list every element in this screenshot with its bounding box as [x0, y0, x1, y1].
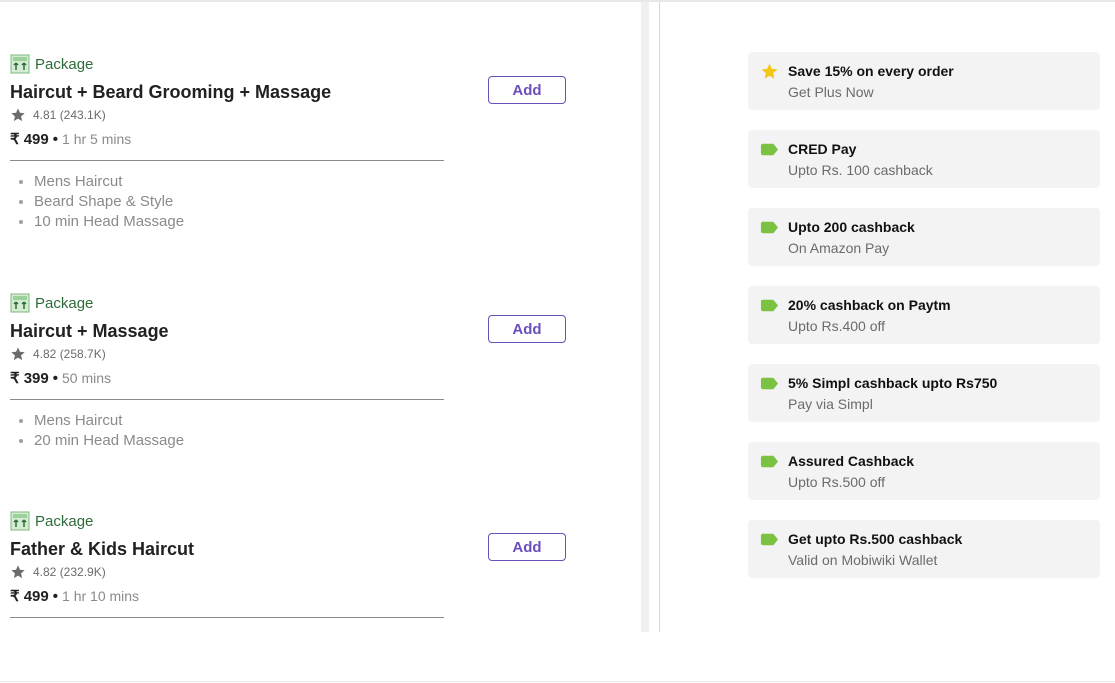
- list-item: Mens Haircut: [34, 172, 570, 192]
- duration: 1 hr 5 mins: [62, 131, 132, 147]
- package-icon: [10, 54, 30, 74]
- price: ₹ 399: [10, 370, 49, 387]
- tag-icon: [760, 455, 779, 468]
- column-divider: [659, 2, 660, 632]
- tag-icon: [760, 143, 779, 156]
- add-button[interactable]: Add: [488, 533, 566, 561]
- package-card: Package Haircut + Massage 4.82 (258.7K) …: [10, 293, 570, 451]
- bottom-border: [0, 681, 1115, 682]
- rating-row: 4.82 (258.7K): [10, 345, 570, 363]
- rating-row: 4.81 (243.1K): [10, 106, 570, 124]
- star-icon: [761, 63, 778, 79]
- add-button[interactable]: Add: [488, 76, 566, 104]
- offer-subtitle: Get Plus Now: [788, 84, 874, 100]
- offer-card[interactable]: Upto 200 cashback On Amazon Pay: [748, 208, 1100, 266]
- offers-panel: Save 15% on every order Get Plus Now CRE…: [748, 52, 1100, 598]
- offer-title: Save 15% on every order: [788, 63, 954, 79]
- list-item: Beard Shape & Style: [34, 192, 570, 212]
- offer-title: Upto 200 cashback: [788, 219, 915, 235]
- rating-text: 4.82 (258.7K): [33, 347, 106, 361]
- duration: 50 mins: [62, 370, 112, 386]
- package-icon: [10, 293, 30, 313]
- offer-subtitle: On Amazon Pay: [788, 240, 890, 256]
- tag-icon: [760, 221, 779, 234]
- package-card: Package Haircut + Beard Grooming + Massa…: [10, 54, 570, 232]
- offer-title: Get upto Rs.500 cashback: [788, 531, 963, 547]
- offer-card[interactable]: Assured Cashback Upto Rs.500 off: [748, 442, 1100, 500]
- package-title: Father & Kids Haircut: [10, 539, 195, 559]
- separator-dot: •: [52, 370, 59, 387]
- price-row: ₹ 499 • 1 hr 5 mins: [10, 129, 570, 149]
- package-title: Haircut + Massage: [10, 321, 169, 341]
- price-row: ₹ 499 • 1 hr 10 mins: [10, 586, 570, 606]
- tag-icon: [760, 377, 779, 390]
- package-tag: Package: [10, 511, 570, 531]
- star-icon: [11, 108, 25, 122]
- package-items: Mens Haircut Beard Shape & Style 10 min …: [10, 172, 570, 232]
- offer-title: Assured Cashback: [788, 453, 915, 469]
- offer-title: CRED Pay: [788, 141, 857, 157]
- package-tag-label: Package: [35, 512, 94, 530]
- offer-subtitle: Upto Rs.500 off: [788, 474, 886, 490]
- divider: [10, 617, 444, 618]
- tag-icon: [760, 533, 779, 546]
- star-icon: [11, 565, 25, 579]
- price-row: ₹ 399 • 50 mins: [10, 368, 570, 388]
- package-tag-label: Package: [35, 294, 94, 312]
- price: ₹ 499: [10, 131, 49, 148]
- offer-card[interactable]: Save 15% on every order Get Plus Now: [748, 52, 1100, 110]
- scrollbar[interactable]: [641, 2, 649, 632]
- package-card: Package Father & Kids Haircut 4.82 (232.…: [10, 511, 570, 618]
- offer-subtitle: Upto Rs.400 off: [788, 318, 886, 334]
- offer-card[interactable]: CRED Pay Upto Rs. 100 cashback: [748, 130, 1100, 188]
- divider: [10, 399, 444, 400]
- offer-title: 20% cashback on Paytm: [788, 297, 951, 313]
- rating-row: 4.82 (232.9K): [10, 563, 570, 581]
- tag-icon: [760, 299, 779, 312]
- package-icon: [10, 511, 30, 531]
- price: ₹ 499: [10, 588, 49, 605]
- offer-title: 5% Simpl cashback upto Rs750: [788, 375, 998, 391]
- offer-subtitle: Valid on Mobiwiki Wallet: [788, 552, 938, 568]
- duration: 1 hr 10 mins: [62, 588, 140, 604]
- package-tag: Package: [10, 54, 570, 74]
- list-item: 20 min Head Massage: [34, 431, 570, 451]
- package-tag: Package: [10, 293, 570, 313]
- separator-dot: •: [52, 588, 59, 605]
- rating-text: 4.82 (232.9K): [33, 565, 106, 579]
- top-border: [0, 0, 1115, 2]
- star-icon: [11, 347, 25, 361]
- offer-card[interactable]: 5% Simpl cashback upto Rs750 Pay via Sim…: [748, 364, 1100, 422]
- list-item: 10 min Head Massage: [34, 212, 570, 232]
- separator-dot: •: [52, 131, 59, 148]
- package-title: Haircut + Beard Grooming + Massage: [10, 82, 332, 102]
- offer-card[interactable]: 20% cashback on Paytm Upto Rs.400 off: [748, 286, 1100, 344]
- package-tag-label: Package: [35, 55, 94, 73]
- rating-text: 4.81 (243.1K): [33, 108, 106, 122]
- divider: [10, 160, 444, 161]
- package-items: Mens Haircut 20 min Head Massage: [10, 411, 570, 451]
- offer-subtitle: Upto Rs. 100 cashback: [788, 162, 933, 178]
- add-button[interactable]: Add: [488, 315, 566, 343]
- offer-subtitle: Pay via Simpl: [788, 396, 873, 412]
- list-item: Mens Haircut: [34, 411, 570, 431]
- offer-card[interactable]: Get upto Rs.500 cashback Valid on Mobiwi…: [748, 520, 1100, 578]
